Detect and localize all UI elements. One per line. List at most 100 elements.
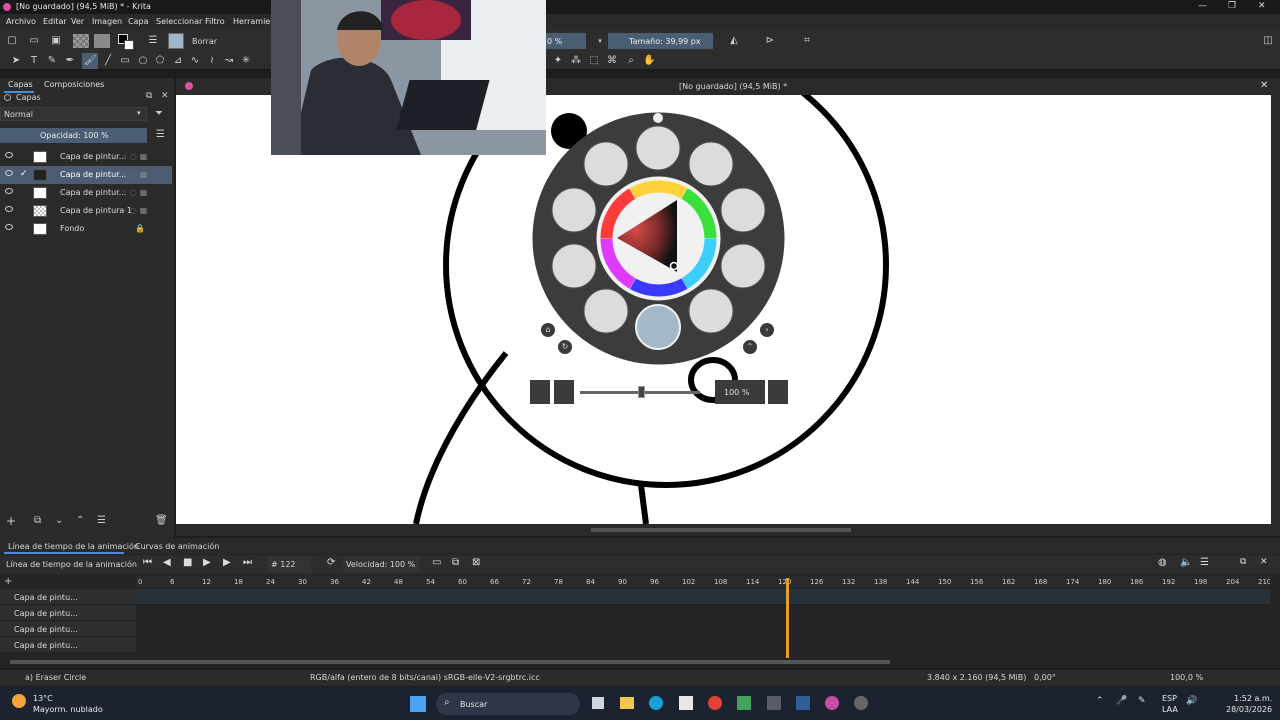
- brush-preset-thumb[interactable]: [168, 33, 184, 49]
- copy-frame-icon[interactable]: ⧉: [452, 557, 459, 568]
- layer-property-icons[interactable]: ◦◌▦: [122, 170, 150, 179]
- contiguous-select-tool-icon[interactable]: ✦: [552, 55, 564, 67]
- gradient-selector[interactable]: [73, 34, 89, 48]
- zoom-slider-handle[interactable]: [638, 386, 645, 398]
- eye-icon[interactable]: [5, 224, 13, 230]
- menu-imagen[interactable]: Imagen: [92, 17, 122, 26]
- previous-frame-icon[interactable]: ◀: [163, 557, 171, 568]
- layer-properties-icon[interactable]: ☰: [97, 515, 106, 526]
- layer-options-icon[interactable]: ☰: [156, 129, 165, 140]
- language-top[interactable]: ESP: [1162, 694, 1177, 703]
- search-box[interactable]: [436, 693, 580, 715]
- close-document-icon[interactable]: ✕: [1260, 80, 1268, 91]
- horizontal-scroll-thumb[interactable]: [591, 528, 851, 532]
- tray-chevron-icon[interactable]: ⌃: [1096, 696, 1104, 706]
- timeline-layer-row[interactable]: Capa de pintu...: [0, 637, 136, 653]
- zoom-tool-icon[interactable]: ⌕: [625, 55, 637, 67]
- task-view-icon[interactable]: [592, 697, 604, 709]
- start-button[interactable]: [410, 696, 426, 712]
- menu-seleccionar[interactable]: Seleccionar: [156, 17, 202, 26]
- menu-capa[interactable]: Capa: [128, 17, 148, 26]
- timeline-menu-icon[interactable]: ☰: [1200, 557, 1209, 568]
- layer-row[interactable]: Fondo 🔒: [0, 220, 172, 238]
- menu-archivo[interactable]: Archivo: [6, 17, 36, 26]
- timeline-float-icon[interactable]: ⧉: [1240, 557, 1246, 567]
- play-icon[interactable]: ▶: [203, 557, 211, 568]
- pattern-selector[interactable]: [94, 34, 110, 48]
- docker-float-icon[interactable]: ⧉: [146, 91, 152, 101]
- menu-ver[interactable]: Ver: [71, 17, 84, 26]
- clock-time[interactable]: 1:52 a.m.: [1234, 694, 1272, 703]
- timeline-close-icon[interactable]: ✕: [1260, 557, 1268, 567]
- freehand-path-tool-icon[interactable]: ≀: [206, 55, 218, 67]
- add-layer-timeline-icon[interactable]: +: [4, 576, 12, 587]
- app-icon[interactable]: [767, 696, 781, 710]
- save-document-icon[interactable]: ▣: [50, 35, 62, 47]
- docker-toggle-icon[interactable]: ◫: [1262, 35, 1274, 47]
- frame-lane[interactable]: [136, 605, 1270, 621]
- docker-close-icon[interactable]: ✕: [161, 91, 169, 101]
- mirror-view-button[interactable]: [530, 380, 550, 404]
- text-tool-icon[interactable]: T: [28, 55, 40, 67]
- edit-shapes-tool-icon[interactable]: ✎: [46, 55, 58, 67]
- rectangle-tool-icon[interactable]: ▭: [119, 55, 131, 67]
- reset-view-button[interactable]: [554, 380, 574, 404]
- first-frame-icon[interactable]: ⏮: [143, 557, 152, 568]
- horizontal-scrollbar[interactable]: [176, 524, 1280, 536]
- rotation-status[interactable]: 0,00°: [1034, 673, 1056, 682]
- add-layer-icon[interactable]: +: [6, 514, 16, 528]
- mirror-vertical-icon[interactable]: ⊳: [764, 35, 776, 47]
- mirror-horizontal-icon[interactable]: ◭: [728, 35, 740, 47]
- eye-icon[interactable]: [5, 188, 13, 194]
- background-color-swatch[interactable]: [124, 40, 134, 50]
- collapse-palette-icon[interactable]: ⌃: [743, 340, 757, 354]
- close-window-button[interactable]: ✕: [1258, 1, 1266, 11]
- timeline-layer-row[interactable]: Capa de pintu...: [0, 589, 136, 605]
- frame-lane[interactable]: [136, 589, 1270, 605]
- filter-icon[interactable]: ⏷: [155, 108, 163, 119]
- brush-settings-icon[interactable]: ☰: [147, 35, 159, 47]
- tag-icon[interactable]: ⌂: [541, 323, 555, 337]
- layer-row[interactable]: Capa de pintur... ◦◌▦: [0, 184, 172, 202]
- similar-select-tool-icon[interactable]: ⁂: [570, 55, 582, 67]
- select-tool-icon[interactable]: ➤: [10, 55, 22, 67]
- app-icon[interactable]: [796, 696, 810, 710]
- stop-icon[interactable]: ■: [183, 557, 192, 568]
- calligraphy-tool-icon[interactable]: ✒: [64, 55, 76, 67]
- layer-row[interactable]: Capa de pintura 1 ◦◌▦: [0, 202, 172, 220]
- pan-tool-icon[interactable]: ✋: [643, 55, 655, 67]
- move-layer-down-icon[interactable]: ⌄: [55, 515, 63, 526]
- popup-palette[interactable]: ⌂ ↻ › ⌃: [532, 112, 785, 365]
- frame-lane[interactable]: [136, 637, 1270, 653]
- microphone-icon[interactable]: 🎤: [1116, 696, 1127, 706]
- layer-property-icons[interactable]: ◦◌▦: [122, 152, 150, 161]
- app-icon[interactable]: [737, 696, 751, 710]
- polyline-tool-icon[interactable]: ⊿: [172, 55, 184, 67]
- maximize-button[interactable]: ❐: [1228, 1, 1236, 11]
- tab-capas[interactable]: Capas: [8, 80, 33, 89]
- layer-property-icons[interactable]: ◦◌▦: [122, 188, 150, 197]
- layer-property-icons[interactable]: ◦◌▦: [122, 206, 150, 215]
- next-tag-icon[interactable]: ›: [760, 323, 774, 337]
- onion-skin-icon[interactable]: ◍: [1158, 557, 1167, 568]
- remove-frame-icon[interactable]: ⊠: [472, 557, 480, 568]
- layer-row-selected[interactable]: ✓ Capa de pintur... ◦◌▦: [0, 166, 172, 184]
- menu-editar[interactable]: Editar: [43, 17, 67, 26]
- vertical-scrollbar[interactable]: [1271, 95, 1280, 524]
- rotate-canvas-icon[interactable]: ↻: [558, 340, 572, 354]
- clock-date[interactable]: 28/03/2026: [1226, 705, 1272, 714]
- frame-ruler[interactable]: 0 6 12 18 24 30 36 42 48 54 60 66 72 78 84 90 96 102 108 11…: [136, 575, 1271, 587]
- edge-icon[interactable]: [649, 696, 663, 710]
- weather-icon[interactable]: [12, 694, 26, 708]
- krita-taskbar-icon[interactable]: [825, 696, 839, 710]
- last-frame-icon[interactable]: ⏭: [243, 557, 252, 568]
- line-tool-icon[interactable]: ╱: [102, 55, 114, 67]
- polygon-tool-icon[interactable]: ⬠: [154, 55, 166, 67]
- frame-lane[interactable]: [136, 621, 1270, 637]
- language-bottom[interactable]: LAA: [1162, 705, 1178, 714]
- multibrush-tool-icon[interactable]: ✳: [240, 55, 252, 67]
- tab-composiciones[interactable]: Composiciones: [44, 80, 104, 89]
- timeline-hscroll[interactable]: [10, 660, 890, 664]
- new-document-icon[interactable]: ▢: [6, 35, 18, 47]
- move-layer-up-icon[interactable]: ⌃: [76, 515, 84, 526]
